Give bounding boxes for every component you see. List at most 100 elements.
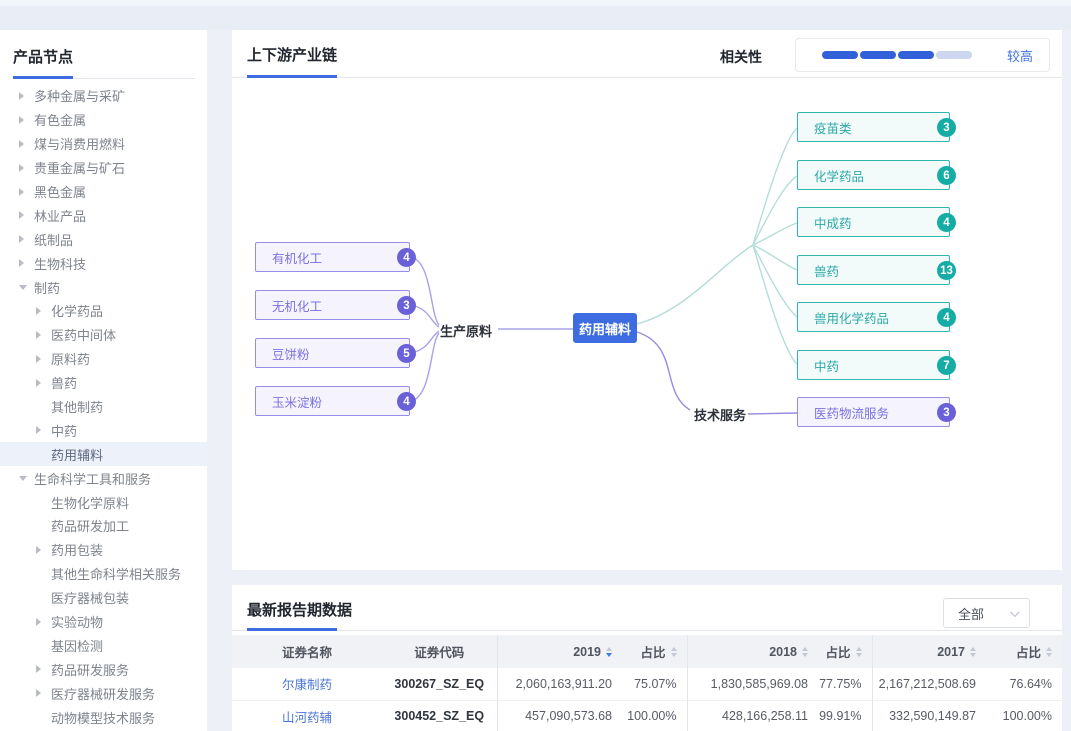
tab-industry-chain[interactable]: 上下游产业链 (247, 44, 337, 65)
amount-cell: 428,166,258.11 (687, 700, 818, 731)
panel-divider (232, 630, 1062, 631)
column-header: 证券名称 (232, 635, 382, 668)
security-name-link[interactable]: 尔康制药 (282, 678, 332, 692)
chevron-right-icon[interactable] (36, 665, 51, 673)
chain-node[interactable]: 中药7 (797, 350, 950, 380)
chevron-right-icon[interactable] (19, 211, 34, 219)
column-header[interactable]: 占比 (818, 635, 872, 668)
chevron-right-icon[interactable] (36, 307, 51, 315)
sidebar-item[interactable]: 其他生命科学相关服务 (0, 562, 207, 586)
sidebar-item[interactable]: 化学药品 (0, 299, 207, 323)
sort-icon[interactable] (856, 647, 862, 657)
filter-dropdown[interactable]: 全部 (943, 598, 1030, 628)
sidebar-item[interactable]: 其他制药 (0, 395, 207, 419)
sidebar-item[interactable]: 药用包装 (0, 538, 207, 562)
chain-node[interactable]: 无机化工3 (255, 290, 410, 320)
chain-node[interactable]: 化学药品6 (797, 160, 950, 190)
count-badge: 6 (937, 166, 956, 185)
sidebar-item[interactable]: 基因检测 (0, 633, 207, 657)
chain-node-label: 疫苗类 (814, 118, 852, 137)
sidebar-item[interactable]: 煤与消费用燃料 (0, 132, 207, 156)
sidebar-item[interactable]: 药品研发服务 (0, 657, 207, 681)
sort-icon[interactable] (671, 647, 677, 657)
sidebar-item[interactable]: 林业产品 (0, 203, 207, 227)
column-header[interactable]: 2017 (872, 635, 986, 668)
ratio-cell: 99.91% (818, 700, 872, 731)
chain-node[interactable]: 有机化工4 (255, 242, 410, 272)
chain-node[interactable]: 兽药13 (797, 255, 950, 285)
chevron-down-icon[interactable] (19, 285, 34, 290)
chevron-down-icon[interactable] (19, 476, 34, 481)
product-tree: 多种金属与采矿有色金属煤与消费用燃料贵重金属与矿石黑色金属林业产品纸制品生物科技… (0, 84, 207, 731)
correlation-label: 相关性 (720, 47, 762, 67)
security-name-link[interactable]: 山河药辅 (282, 711, 332, 725)
chevron-right-icon[interactable] (36, 546, 51, 554)
chevron-right-icon[interactable] (19, 164, 34, 172)
sort-icon[interactable] (970, 647, 976, 657)
correlation-segment (822, 51, 858, 59)
table-row: 尔康制药300267_SZ_EQ2,060,163,911.2075.07%1,… (232, 668, 1062, 700)
count-badge: 13 (937, 261, 956, 280)
sidebar-item[interactable]: 医疗器械研发服务 (0, 681, 207, 705)
sidebar-item[interactable]: 药品研发加工 (0, 514, 207, 538)
chevron-right-icon[interactable] (36, 689, 51, 697)
sidebar-item[interactable]: 中药 (0, 418, 207, 442)
upstream-connectors (412, 257, 573, 401)
chevron-right-icon[interactable] (19, 188, 34, 196)
tab-latest-report-data[interactable]: 最新报告期数据 (247, 599, 352, 620)
sidebar-item[interactable]: 实验动物 (0, 610, 207, 634)
amount-cell: 2,060,163,911.20 (497, 668, 622, 700)
sort-icon[interactable] (606, 647, 612, 657)
connector-path (412, 257, 439, 325)
chevron-right-icon[interactable] (19, 140, 34, 148)
sidebar-item-label: 其他制药 (51, 397, 103, 416)
chevron-right-icon[interactable] (36, 355, 51, 363)
chain-node-label: 化学药品 (814, 166, 864, 185)
sidebar-item[interactable]: 医疗器械包装 (0, 586, 207, 610)
count-badge: 7 (937, 356, 956, 375)
sidebar-item[interactable]: 黑色金属 (0, 180, 207, 204)
sidebar-item[interactable]: 动物模型技术服务 (0, 705, 207, 729)
column-header[interactable]: 占比 (622, 635, 687, 668)
sidebar-item[interactable]: 生物科技 (0, 251, 207, 275)
column-header[interactable]: 占比 (986, 635, 1062, 668)
chevron-right-icon[interactable] (36, 618, 51, 626)
chevron-right-icon[interactable] (19, 235, 34, 243)
sidebar-item[interactable]: 纸制品 (0, 227, 207, 251)
chain-node[interactable]: 豆饼粉5 (255, 338, 410, 368)
chevron-right-icon[interactable] (36, 426, 51, 434)
chevron-right-icon[interactable] (19, 116, 34, 124)
chevron-down-icon (1010, 607, 1020, 617)
chain-node[interactable]: 兽用化学药品4 (797, 302, 950, 332)
chain-node[interactable]: 疫苗类3 (797, 112, 950, 142)
sort-icon[interactable] (1046, 647, 1052, 657)
chain-node[interactable]: 中成药4 (797, 207, 950, 237)
center-node[interactable]: 药用辅料 (573, 313, 637, 343)
sidebar-item[interactable]: 生命科学工具和服务 (0, 466, 207, 490)
chevron-right-icon[interactable] (19, 92, 34, 100)
chevron-right-icon[interactable] (19, 259, 34, 267)
chain-node[interactable]: 玉米淀粉4 (255, 386, 410, 416)
sidebar-item[interactable]: 有色金属 (0, 108, 207, 132)
sidebar-item[interactable]: 原料药 (0, 347, 207, 371)
sort-icon[interactable] (802, 647, 808, 657)
connector-path (753, 245, 797, 317)
sidebar-item[interactable]: 制药 (0, 275, 207, 299)
chevron-right-icon[interactable] (36, 331, 51, 339)
chain-node-label: 兽用化学药品 (814, 308, 889, 327)
sidebar-item[interactable]: 生物化学原料 (0, 490, 207, 514)
sidebar-item[interactable]: 兽药 (0, 371, 207, 395)
column-header[interactable]: 2019 (497, 635, 622, 668)
chain-node[interactable]: 医药物流服务3 (797, 397, 950, 427)
sidebar-item-label: 医疗器械研发服务 (51, 684, 155, 703)
sidebar-item[interactable]: 多种金属与采矿 (0, 84, 207, 108)
sidebar-item[interactable]: 贵重金属与矿石 (0, 156, 207, 180)
sidebar-item[interactable]: 药用辅料 (0, 442, 207, 466)
sidebar-item-label: 药品研发加工 (51, 516, 129, 535)
sidebar-item[interactable]: 医药中间体 (0, 323, 207, 347)
chevron-right-icon[interactable] (36, 379, 51, 387)
sidebar-item-label: 药用辅料 (51, 445, 103, 464)
column-header[interactable]: 2018 (687, 635, 818, 668)
page-top-strip (0, 0, 1071, 30)
connector-path (748, 413, 797, 414)
